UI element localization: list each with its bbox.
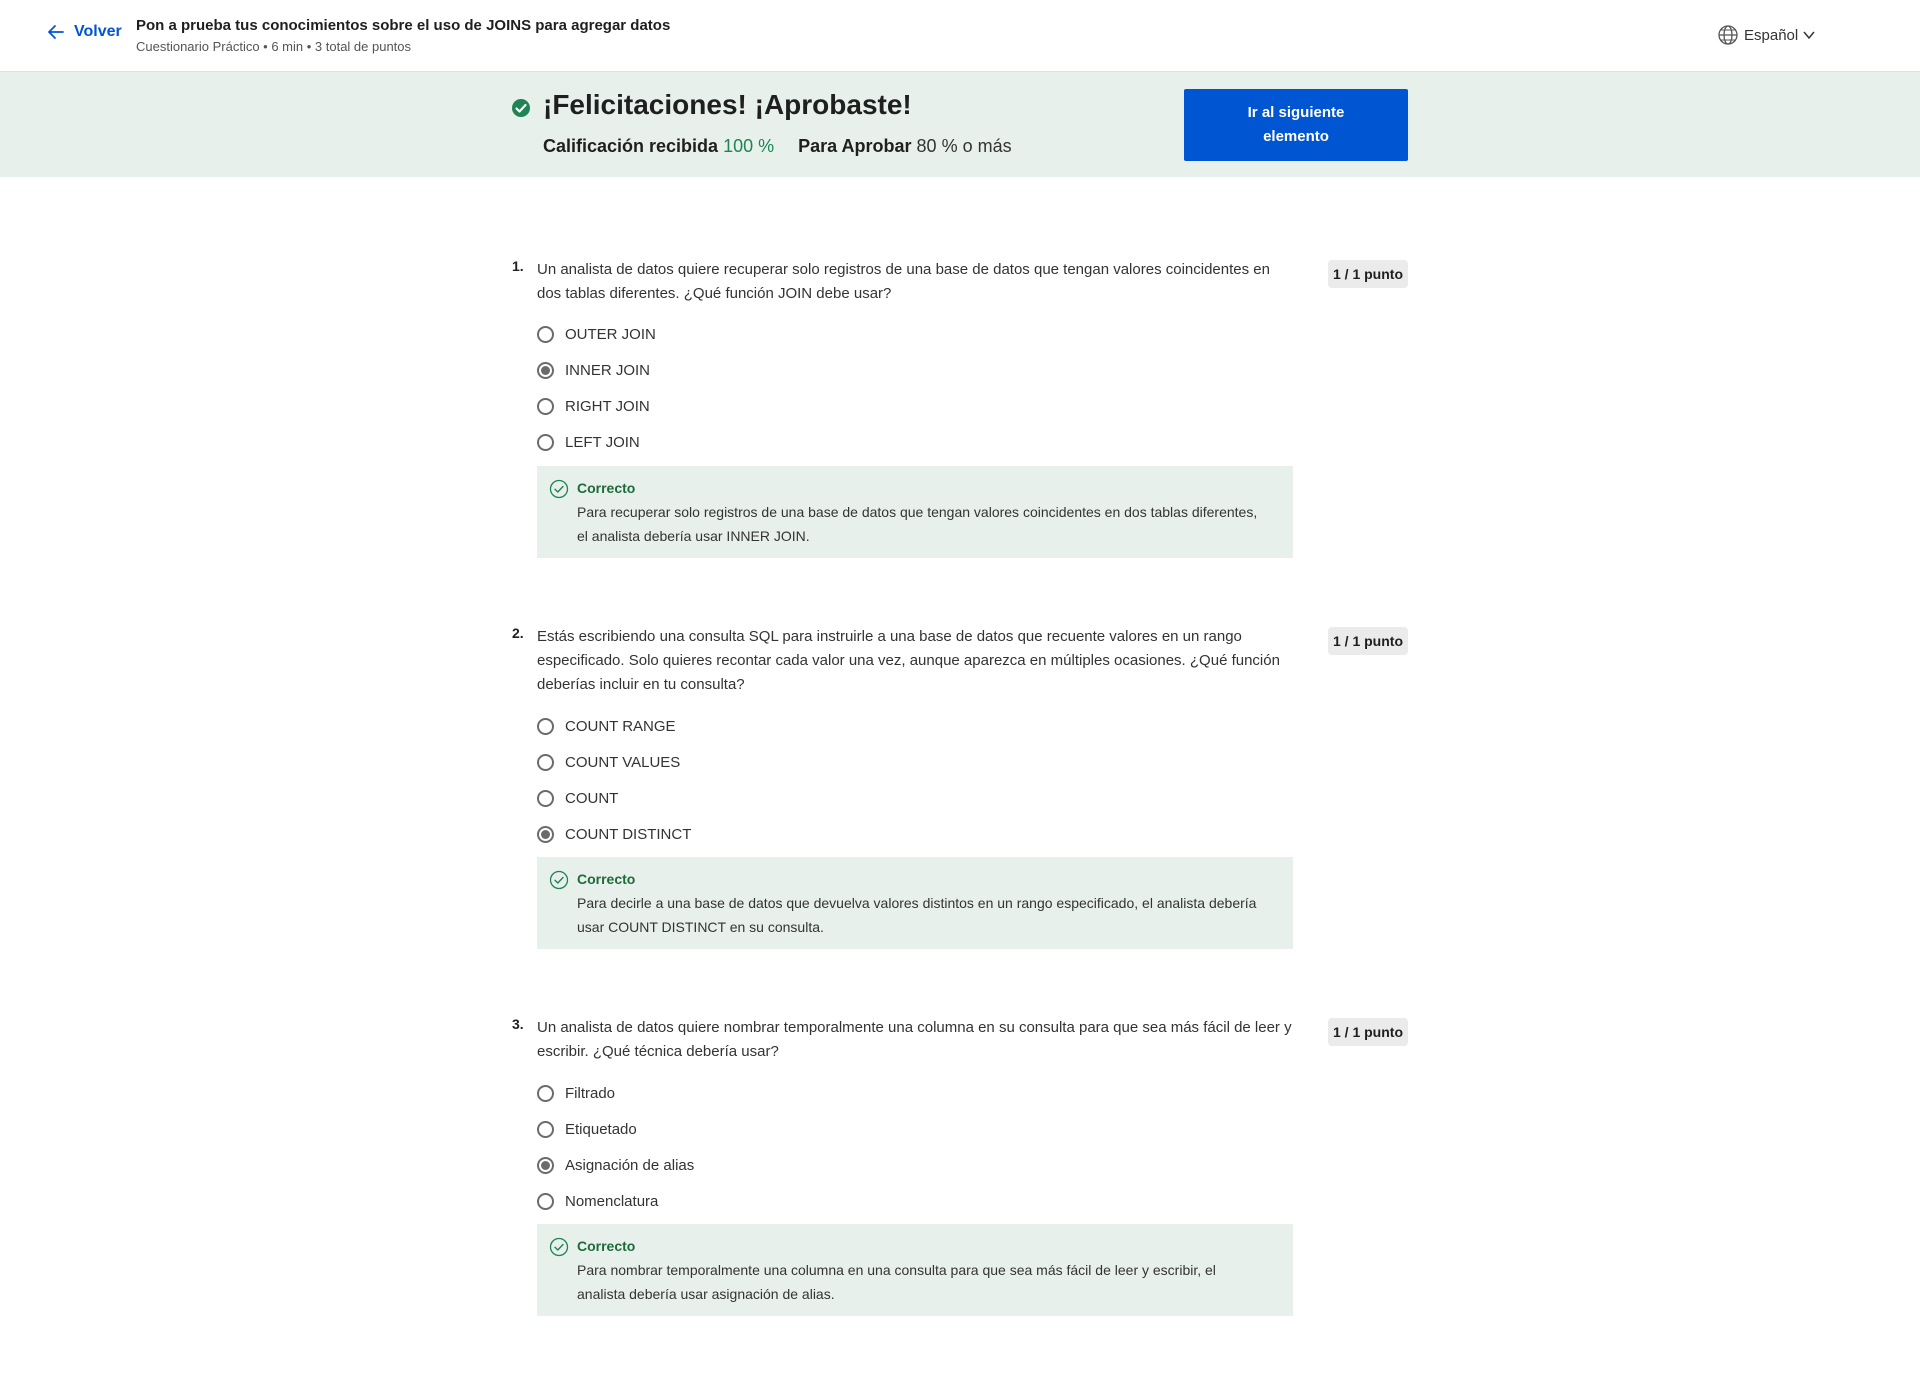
grade-label: Calificación recibida [543,136,719,156]
globe-icon [1718,25,1738,45]
page-subtitle: Cuestionario Práctico • 6 min • 3 total … [136,39,412,54]
feedback-text: Para decirle a una base de datos que dev… [577,895,1257,935]
option-count-range[interactable]: COUNT RANGE [537,714,676,738]
option-filtrado[interactable]: Filtrado [537,1081,615,1105]
check-circle-outline-icon [549,1237,569,1257]
radio-button[interactable] [537,325,554,343]
option-label: Nomenclatura [565,1192,659,1210]
feedback-title: Correcto [577,480,636,496]
arrow-left-icon [48,25,64,39]
radio-button[interactable] [537,1120,554,1138]
question-number: 1. [512,258,524,274]
feedback-box: Correcto Para recuperar solo registros d… [537,466,1293,558]
option-label: INNER JOIN [565,361,651,379]
feedback-box: Correcto Para decirle a una base de dato… [537,857,1293,949]
question-number: 3. [512,1016,524,1032]
option-left-join[interactable]: LEFT JOIN [537,430,640,454]
page-title: Pon a prueba tus conocimientos sobre el … [136,17,671,34]
option-label: LEFT JOIN [565,433,640,451]
option-label: COUNT DISTINCT [565,825,692,843]
top-bar: Volver Pon a prueba tus conocimientos so… [0,0,1920,72]
back-label: Volver [74,23,122,40]
option-right-join[interactable]: RIGHT JOIN [537,394,650,418]
chevron-down-icon [1803,31,1815,40]
radio-button[interactable] [537,789,554,807]
grade-value: 100 % [723,136,775,156]
feedback-title: Correcto [577,1238,636,1254]
points-badge: 1 / 1 punto [1328,1018,1408,1046]
option-inner-join[interactable]: INNER JOIN [537,358,650,382]
option-label: OUTER JOIN [565,325,656,343]
option-outer-join[interactable]: OUTER JOIN [537,322,656,346]
pass-label: Para Aprobar [798,136,912,156]
radio-button-selected[interactable] [537,361,554,379]
option-label: COUNT [565,789,619,807]
back-button[interactable]: Volver [46,22,122,42]
question-text: Un analista de datos quiere recuperar so… [537,261,1270,302]
feedback-text: Para nombrar temporalmente una columna e… [577,1262,1216,1302]
option-count-values[interactable]: COUNT VALUES [537,750,680,774]
radio-button[interactable] [537,753,554,771]
option-label: RIGHT JOIN [565,397,650,415]
result-banner: ¡Felicitaciones! ¡Aprobaste! Calificació… [0,72,1920,177]
radio-button[interactable] [537,397,554,415]
option-count-distinct[interactable]: COUNT DISTINCT [537,822,691,846]
title-block: Pon a prueba tus conocimientos sobre el … [136,17,670,54]
option-asignacion-de-alias[interactable]: Asignación de alias [537,1153,694,1177]
banner-heading: ¡Felicitaciones! ¡Aprobaste! [543,89,912,120]
radio-button[interactable] [537,1192,554,1210]
radio-button[interactable] [537,717,554,735]
next-item-button[interactable]: Ir al siguiente elemento [1184,89,1408,161]
question-text: Estás escribiendo una consulta SQL para … [537,628,1280,693]
radio-button[interactable] [537,1084,554,1102]
option-label: Filtrado [565,1084,616,1102]
option-label: Etiquetado [565,1120,637,1138]
radio-button[interactable] [537,433,554,451]
radio-button-selected[interactable] [537,825,554,843]
check-circle-outline-icon [549,870,569,890]
pass-value: 80 % o más [916,136,1012,156]
feedback-title: Correcto [577,871,636,887]
radio-button-selected[interactable] [537,1156,554,1174]
question-text: Un analista de datos quiere nombrar temp… [537,1019,1292,1060]
language-label: Español [1744,26,1799,44]
option-count[interactable]: COUNT [537,786,618,810]
feedback-box: Correcto Para nombrar temporalmente una … [537,1224,1293,1316]
option-label: COUNT VALUES [565,753,681,771]
option-label: COUNT RANGE [565,717,676,735]
points-badge: 1 / 1 punto [1328,627,1408,655]
feedback-text: Para recuperar solo registros de una bas… [577,504,1258,544]
option-label: Asignación de alias [565,1156,695,1174]
check-circle-outline-icon [549,479,569,499]
check-circle-icon [512,99,530,117]
option-nomenclatura[interactable]: Nomenclatura [537,1189,658,1213]
question-number: 2. [512,625,524,641]
points-badge: 1 / 1 punto [1328,260,1408,288]
banner-scores: Calificación recibida 100 % Para Aprobar… [543,136,1012,157]
option-etiquetado[interactable]: Etiquetado [537,1117,637,1141]
language-selector[interactable]: Español [1717,24,1816,46]
